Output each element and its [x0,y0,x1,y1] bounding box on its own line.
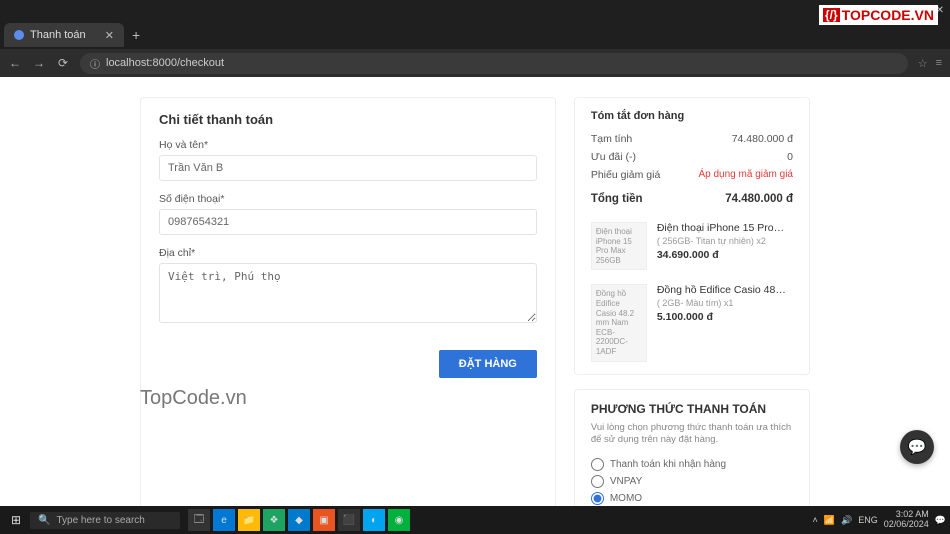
product-price: 34.690.000 đ [657,249,793,261]
browser-tab-active[interactable]: Thanh toán ✕ [4,23,124,47]
browser-tabbar: Thanh toán ✕ + [0,21,950,49]
phone-label: Số điện thoại [159,193,537,205]
place-order-button[interactable]: ĐẶT HÀNG [439,350,537,378]
notifications-icon[interactable]: 💬 [935,515,946,526]
taskbar-app-icon[interactable]: ▣ [313,509,335,531]
profile-icon[interactable]: ≡ [936,57,942,70]
product-name: Đồng hồ Edifice Casio 48.2 ... [657,284,787,296]
product-thumbnail: Đồng hồ Edifice Casio 48.2 mm Nam ECB-22… [591,284,647,361]
windows-taskbar: ⊞ 🔍 Type here to search 🗔 e 📁 ❖ ◆ ▣ ⬛ ◐ … [0,506,950,534]
product-variant: ( 256GB- Titan tự nhiên) x2 [657,236,793,246]
name-label: Họ và tên [159,139,537,151]
tray-chevron-icon[interactable]: ˄ [813,515,818,525]
nav-back-icon[interactable]: ← [8,56,22,70]
search-icon: 🔍 [38,515,50,526]
search-placeholder: Type here to search [56,515,144,526]
payment-radio[interactable] [591,492,604,505]
total-label: Tổng tiền [591,193,643,205]
tray-volume-icon[interactable]: 🔊 [841,515,852,526]
taskbar-app-icon[interactable]: ◐ [363,509,385,531]
product-variant: ( 2GB- Màu tím) x1 [657,298,793,308]
tab-favicon [14,30,24,40]
site-info-icon[interactable]: ⓘ [90,56,100,71]
taskbar-app-icon[interactable]: ◆ [288,509,310,531]
billing-details-panel: Chi tiết thanh toán Họ và tên Số điện th… [140,97,556,506]
tray-network-icon[interactable]: 📶 [824,515,835,526]
tray-lang-icon[interactable]: ENG [858,515,878,525]
url-input[interactable]: ⓘ localhost:8000/checkout [80,53,908,74]
url-text: localhost:8000/checkout [106,57,224,69]
discount-value: 0 [787,151,793,163]
start-button[interactable]: ⊞ [4,513,28,527]
topcode-logo: {/}TOPCODE.VN [819,5,938,25]
page-content: Chi tiết thanh toán Họ và tên Số điện th… [0,77,950,506]
payment-radio[interactable] [591,458,604,471]
apply-coupon-link[interactable]: Áp dụng mã giảm giá [698,169,793,181]
payment-option-momo[interactable]: MOMO [591,490,793,506]
taskbar-search[interactable]: 🔍 Type here to search [30,512,180,529]
new-tab-button[interactable]: + [132,27,140,43]
product-price: 5.100.000 đ [657,311,793,323]
taskbar-app-icon[interactable]: ◉ [388,509,410,531]
taskbar-app-icon[interactable]: e [213,509,235,531]
billing-heading: Chi tiết thanh toán [159,112,537,127]
taskbar-app-icon[interactable]: 📁 [238,509,260,531]
payment-method-panel: PHƯƠNG THỨC THANH TOÁN Vui lòng chọn phư… [574,389,810,506]
product-row: Đồng hồ Edifice Casio 48.2 mm Nam ECB-22… [591,284,793,361]
nav-reload-icon[interactable]: ⟳ [56,56,70,70]
product-row: Điện thoại iPhone 15 Pro Max 256GB Điện … [591,222,793,270]
nav-forward-icon[interactable]: → [32,56,46,70]
product-name: Điện thoại iPhone 15 Pro M... [657,222,787,234]
browser-address-bar: ← → ⟳ ⓘ localhost:8000/checkout ☆ ≡ [0,49,950,77]
subtotal-label: Tạm tính [591,133,632,145]
address-label: Địa chỉ [159,247,537,259]
payment-description: Vui lòng chọn phương thức thanh toán ưa … [591,422,793,447]
window-titlebar: — ▢ ✕ [0,0,950,21]
subtotal-value: 74.480.000 đ [732,133,793,145]
chat-fab-button[interactable]: 💬 [900,430,934,464]
payment-heading: PHƯƠNG THỨC THANH TOÁN [591,402,793,416]
name-input[interactable] [159,155,537,181]
summary-heading: Tóm tắt đơn hàng [591,110,793,122]
extensions-icon[interactable]: ☆ [918,57,928,70]
payment-radio[interactable] [591,475,604,488]
taskbar-clock[interactable]: 3:02 AM 02/06/2024 [884,510,929,530]
payment-option-vnpay[interactable]: VNPAY [591,473,793,490]
tab-close-icon[interactable]: ✕ [105,29,114,42]
payment-option-cod[interactable]: Thanh toán khi nhận hàng [591,456,793,473]
phone-input[interactable] [159,209,537,235]
coupon-label: Phiếu giảm giá [591,169,660,181]
tab-title: Thanh toán [30,29,86,41]
taskbar-app-icon[interactable]: 🗔 [188,509,210,531]
total-value: 74.480.000 đ [725,193,793,205]
order-summary-panel: Tóm tắt đơn hàng Tạm tính 74.480.000 đ Ư… [574,97,810,375]
discount-label: Ưu đãi (-) [591,151,636,163]
product-thumbnail: Điện thoại iPhone 15 Pro Max 256GB [591,222,647,270]
address-input[interactable]: Việt trì, Phú thọ [159,263,537,323]
taskbar-app-icon[interactable]: ⬛ [338,509,360,531]
chat-icon: 💬 [908,438,927,456]
taskbar-app-icon[interactable]: ❖ [263,509,285,531]
